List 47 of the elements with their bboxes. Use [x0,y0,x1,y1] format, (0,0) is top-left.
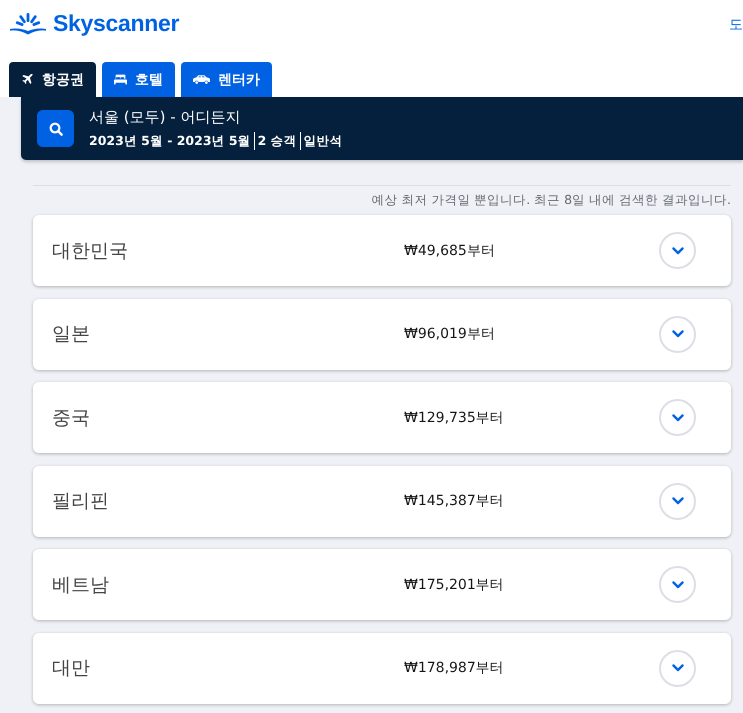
chevron-icon [672,580,684,589]
chevron-icon [672,497,684,506]
chevron-icon [672,246,684,254]
price-text: ₩129,735부터 [404,408,505,427]
destination-card[interactable]: 베트남 ₩175,201부터 [33,549,731,620]
country-name: 대만 [52,656,91,682]
price-text: ₩175,201부터 [404,576,505,594]
category-tab[interactable]: 항공권 [9,62,96,97]
expand-button[interactable] [659,316,696,353]
country-name: 베트남 [52,572,110,598]
expand-button[interactable] [659,232,696,269]
trip-detail: 2 승객 [258,132,297,149]
search-summary-bar[interactable]: 서울 (모두) - 어디든지 2023년 5월 - 2023년 5월 2 승객 일반석 [21,97,743,160]
trip-detail: 2023년 5월 - 2023년 5월 [89,132,251,149]
search-icon [48,122,62,136]
sunrise-logo-icon [9,12,47,36]
category-tab[interactable]: 렌터카 [181,62,272,97]
price-note: 예상 최저 가격일 뿐입니다. 최근 8일 내에 검색한 결과입니다. [370,191,731,208]
destination-card[interactable]: 대한민국 ₩49,685부터 [33,215,731,286]
category-tab[interactable]: 호텔 [102,62,175,97]
route-text: 서울 (모두) - 어디든지 [89,108,242,126]
search-button[interactable] [37,110,74,147]
expand-button[interactable] [659,399,696,436]
country-name: 대한민국 [52,238,129,264]
country-name: 필리핀 [52,489,110,514]
trip-detail: 일반석 [304,132,343,149]
destination-card[interactable]: 필리핀 ₩145,387부터 [33,466,731,537]
bed-icon [114,73,127,86]
price-text: ₩96,019부터 [404,325,496,344]
expand-button[interactable] [659,482,696,520]
destination-card[interactable]: 일본 ₩96,019부터 [33,298,731,370]
expand-button[interactable] [659,566,696,604]
expand-button[interactable] [659,650,696,687]
destination-card[interactable]: 중국 ₩129,735부터 [33,382,731,454]
header-link[interactable]: 도 [729,16,743,34]
price-text: ₩145,387부터 [404,492,505,510]
price-text: ₩49,685부터 [404,242,496,260]
logo-wordmark[interactable]: Skyscanner [53,10,180,37]
chevron-icon [672,664,684,672]
car-icon [193,74,210,85]
chevron-icon [672,414,684,422]
destination-card[interactable]: 대만 ₩178,987부터 [33,632,731,704]
chevron-icon [672,330,684,338]
airplane-icon [21,73,34,86]
country-name: 중국 [52,406,91,431]
country-name: 일본 [52,322,91,348]
price-text: ₩178,987부터 [404,659,505,678]
